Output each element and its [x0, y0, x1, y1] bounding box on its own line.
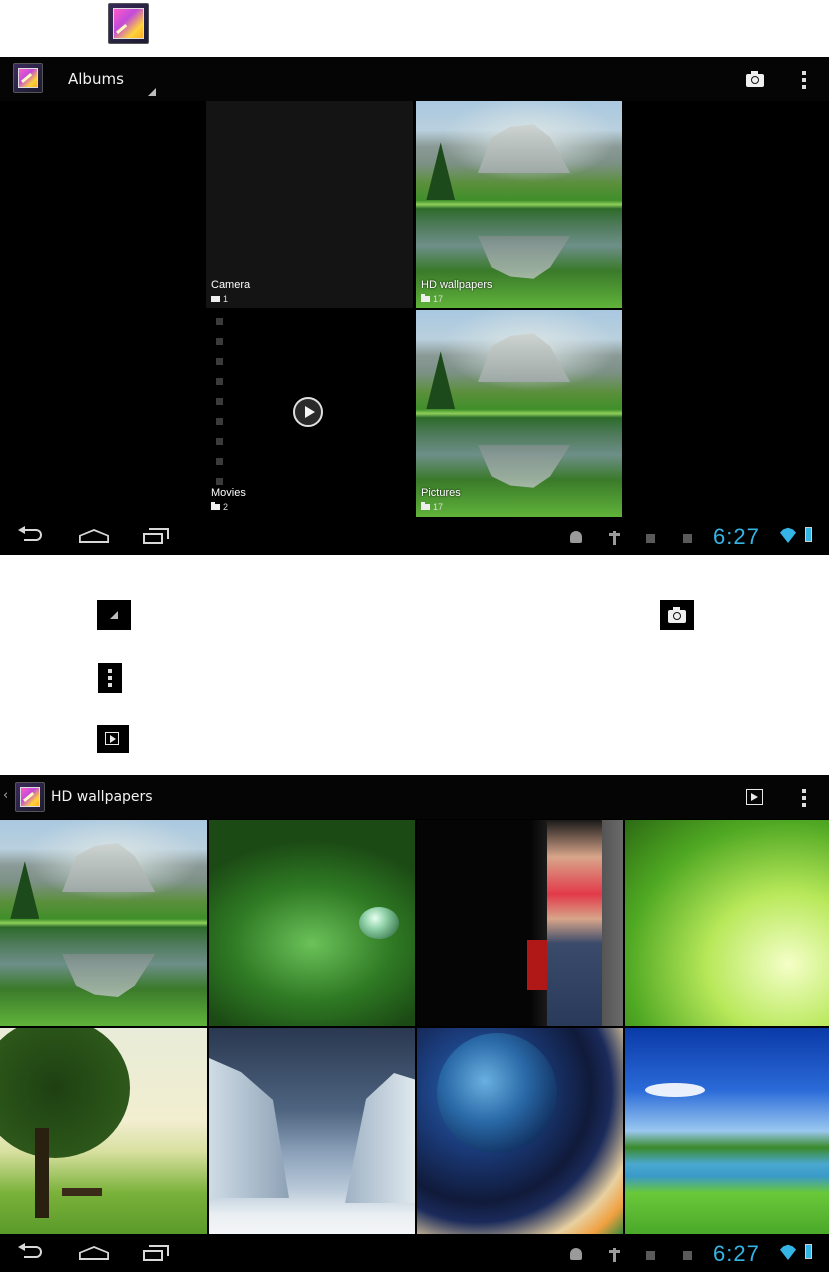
android-debug-icon [570, 531, 582, 543]
notification-icon [646, 534, 655, 543]
clock[interactable]: 6:27 [713, 1241, 760, 1267]
back-icon[interactable] [18, 526, 44, 543]
home-icon[interactable] [79, 1246, 109, 1260]
play-icon[interactable] [293, 397, 323, 427]
camera-icon[interactable] [746, 71, 764, 87]
overflow-menu-icon[interactable] [802, 71, 806, 92]
photo-thumbnail[interactable] [0, 820, 207, 1026]
camera-icon [660, 600, 694, 630]
photo-thumbnail[interactable] [625, 820, 829, 1026]
back-icon[interactable] [18, 1243, 44, 1260]
usb-icon [609, 531, 620, 545]
folder-icon [211, 502, 220, 510]
system-nav-bar: 6:27 [0, 519, 829, 555]
recent-apps-icon[interactable] [143, 1245, 169, 1261]
album-detail-screen: ‹ HD wallpapers 6:27 [0, 775, 829, 1272]
photo-thumbnail[interactable] [417, 820, 623, 1026]
notification-icon [683, 1251, 692, 1260]
album-tile-movies[interactable]: Movies 2 [206, 310, 413, 517]
overflow-menu-icon [98, 663, 122, 693]
photo-thumbnail[interactable] [0, 1028, 207, 1234]
album-name: HD wallpapers [421, 279, 493, 291]
album-tile-camera[interactable]: Camera 1 [206, 101, 413, 308]
gallery-app-icon[interactable] [13, 63, 43, 93]
album-name: Pictures [421, 487, 461, 499]
wifi-icon [780, 1244, 796, 1260]
album-count: 1 [211, 294, 228, 304]
album-count: 2 [211, 502, 228, 512]
usb-icon [609, 1248, 620, 1262]
albums-screen: Albums Camera 1 HD wallpapers 17 Movies … [0, 57, 829, 555]
overflow-menu-icon[interactable] [802, 789, 806, 810]
album-count: 17 [421, 294, 443, 304]
home-icon[interactable] [79, 529, 109, 543]
album-title: HD wallpapers [51, 789, 153, 805]
system-nav-bar: 6:27 [0, 1236, 829, 1272]
gallery-app-icon[interactable] [15, 782, 45, 812]
camera-small-icon [211, 296, 220, 302]
battery-icon [805, 1244, 812, 1259]
action-bar: ‹ HD wallpapers [0, 775, 829, 819]
folder-icon [421, 502, 430, 510]
photo-thumbnail[interactable] [625, 1028, 829, 1234]
photo-thumbnail[interactable] [209, 820, 415, 1026]
action-bar: Albums [0, 57, 829, 101]
slideshow-play-icon[interactable] [746, 789, 763, 805]
notification-icon [683, 534, 692, 543]
album-tile-hd-wallpapers[interactable]: HD wallpapers 17 [416, 101, 622, 308]
wifi-icon [780, 527, 796, 543]
albums-dropdown-title[interactable]: Albums [68, 70, 124, 88]
album-count: 17 [421, 502, 443, 512]
recent-apps-icon[interactable] [143, 528, 169, 544]
battery-icon [805, 527, 812, 542]
clock[interactable]: 6:27 [713, 524, 760, 550]
slideshow-play-icon [97, 725, 129, 753]
album-name: Movies [211, 487, 246, 499]
album-name: Camera [211, 279, 251, 291]
notification-icon [646, 1251, 655, 1260]
photo-thumbnail[interactable] [209, 1028, 415, 1234]
android-debug-icon [570, 1248, 582, 1260]
dropdown-corner-icon[interactable] [148, 88, 156, 96]
folder-icon [421, 294, 430, 302]
up-caret-icon[interactable]: ‹ [3, 788, 8, 803]
photo-thumbnail[interactable] [417, 1028, 623, 1234]
gallery-app-icon [108, 3, 149, 44]
dropdown-corner-icon [97, 600, 131, 630]
album-tile-pictures[interactable]: Pictures 17 [416, 310, 622, 517]
